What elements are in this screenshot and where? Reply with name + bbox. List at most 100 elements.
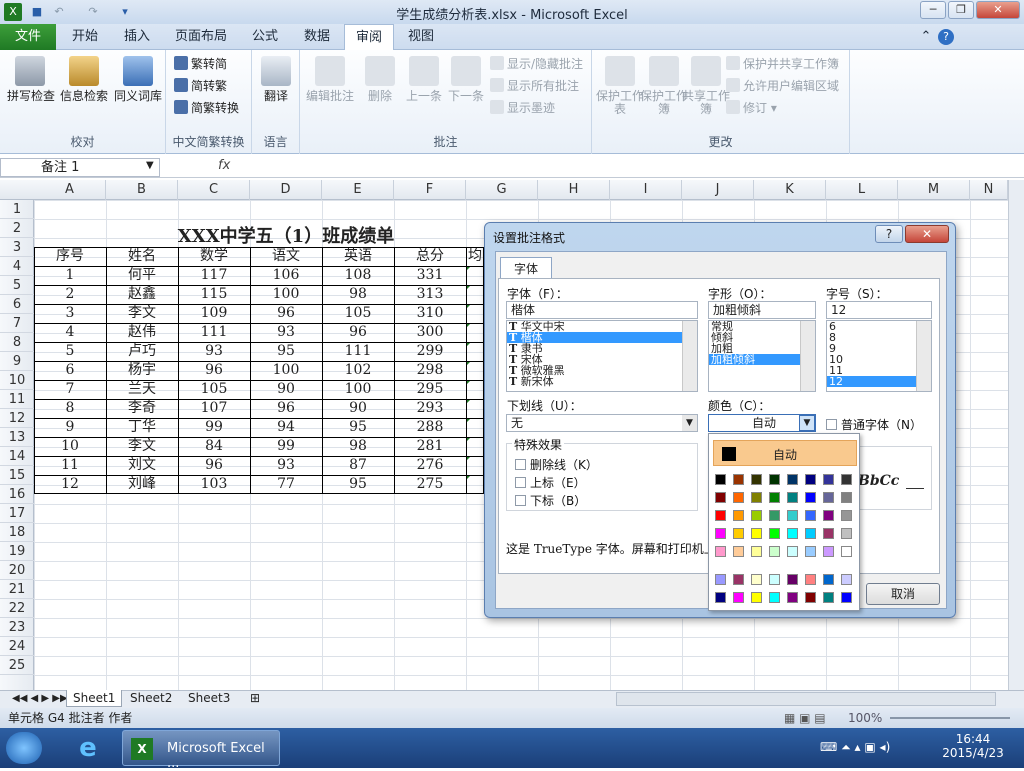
internet-explorer-icon[interactable]: e [72,734,104,762]
share-workbook-button[interactable]: 共享工作簿 [680,56,732,116]
horizontal-scrollbar[interactable] [616,692,996,706]
insert-sheet-icon[interactable]: ⊞ [244,690,266,707]
table-cell[interactable]: 7 [34,380,106,399]
color-palette[interactable]: 自动 [708,433,860,611]
table-cell[interactable]: 96 [322,323,394,342]
table-cell[interactable]: 李奇 [106,399,178,418]
start-button[interactable] [6,732,42,764]
taskbar-excel-item[interactable]: X Microsoft Excel ... [122,730,280,771]
table-cell[interactable]: 102 [322,361,394,380]
table-cell[interactable]: 288 [394,418,466,437]
zoom-level[interactable]: 100% [848,708,882,728]
ribbon-collapse-icon[interactable]: ⌃ [916,24,936,50]
table-cell[interactable]: 115 [178,285,250,304]
table-cell[interactable]: 117 [178,266,250,285]
color-swatch[interactable] [733,492,744,503]
size-list-scrollbar[interactable] [916,321,931,391]
column-header[interactable]: H [538,180,610,200]
superscript-checkbox[interactable]: 上标（E） [515,474,586,491]
column-header[interactable]: F [394,180,466,200]
table-cell[interactable]: 84 [178,437,250,456]
color-swatch[interactable] [787,474,798,485]
normal-font-check-icon[interactable] [826,419,837,430]
color-swatch[interactable] [805,546,816,557]
sheet-tab-2[interactable]: Sheet2 [124,690,178,707]
translate-button[interactable]: 翻译 [250,56,302,116]
table-cell[interactable]: 8 [34,399,106,418]
edit-comment-button[interactable]: 编辑批注 [304,56,356,116]
header-cell[interactable]: 英语 [322,247,394,266]
color-swatch[interactable] [715,574,726,585]
file-tab[interactable]: 文件 [0,24,56,50]
strikethrough-checkbox[interactable]: 删除线（K） [515,456,598,473]
header-cell[interactable]: 数学 [178,247,250,266]
color-swatch[interactable] [769,546,780,557]
table-cell[interactable]: 96 [250,304,322,323]
column-header[interactable]: J [682,180,754,200]
maximize-button[interactable]: ❐ [948,1,974,19]
header-cell[interactable]: 总分 [394,247,466,266]
table-cell[interactable]: 丁华 [106,418,178,437]
color-swatch[interactable] [805,492,816,503]
dialog-close-button[interactable]: ✕ [905,225,949,243]
table-cell[interactable]: 96 [178,456,250,475]
table-cell[interactable]: 105 [322,304,394,323]
tab-font[interactable]: 字体 [500,257,552,279]
size-input[interactable]: 12 [826,301,932,319]
table-cell[interactable]: 2 [34,285,106,304]
row-header[interactable]: 16 [0,485,34,504]
underline-dropdown-icon[interactable]: ▼ [682,415,697,431]
help-icon[interactable]: ? [938,29,954,45]
row-header[interactable]: 3 [0,238,34,257]
header-cell[interactable]: 姓名 [106,247,178,266]
color-swatch[interactable] [715,510,726,521]
table-cell[interactable]: 3 [34,304,106,323]
subscript-check-icon[interactable] [515,495,526,506]
color-swatch[interactable] [769,474,780,485]
row-header[interactable]: 20 [0,561,34,580]
font-input[interactable]: 楷体 [506,301,698,319]
table-cell[interactable]: 95 [250,342,322,361]
show-hide-comment-button[interactable]: 显示/隐藏批注 [490,54,583,74]
color-swatch[interactable] [805,474,816,485]
row-header[interactable]: 11 [0,390,34,409]
row-header[interactable]: 18 [0,523,34,542]
color-swatch[interactable] [841,528,852,539]
table-cell[interactable]: 108 [322,266,394,285]
table-cell[interactable]: 赵鑫 [106,285,178,304]
color-swatch[interactable] [733,528,744,539]
color-swatch[interactable] [841,474,852,485]
color-swatch[interactable] [769,510,780,521]
table-cell[interactable]: 100 [322,380,394,399]
color-swatch[interactable] [715,528,726,539]
color-swatch[interactable] [715,474,726,485]
sheet-nav-icons[interactable]: ◀◀ ◀ ▶ ▶▶ [6,690,74,707]
table-cell[interactable]: 98 [322,437,394,456]
show-all-comments-button[interactable]: 显示所有批注 [490,76,579,96]
trad-to-simp-button[interactable]: 繁转简 [174,54,227,74]
color-swatch[interactable] [715,592,726,603]
table-cell[interactable]: 99 [178,418,250,437]
color-swatch[interactable] [751,546,762,557]
color-dropdown-icon[interactable]: ▼ [799,415,815,431]
row-header[interactable]: 2 [0,219,34,238]
simp-to-trad-button[interactable]: 简转繁 [174,76,227,96]
color-swatch[interactable] [751,528,762,539]
color-swatch[interactable] [787,492,798,503]
table-cell[interactable]: 276 [394,456,466,475]
color-swatch[interactable] [823,528,834,539]
column-header[interactable]: N [970,180,1008,200]
table-cell[interactable]: 111 [322,342,394,361]
column-header[interactable]: C [178,180,250,200]
table-cell[interactable]: 9 [34,418,106,437]
style-list-scrollbar[interactable] [800,321,815,391]
row-header[interactable]: 6 [0,295,34,314]
subscript-checkbox[interactable]: 下标（B） [515,492,586,509]
insert-function-icon[interactable]: fx [218,158,230,173]
column-header[interactable]: E [322,180,394,200]
table-cell[interactable]: 杨宇 [106,361,178,380]
table-cell[interactable]: 275 [394,475,466,494]
row-header[interactable]: 12 [0,409,34,428]
allow-edit-ranges-button[interactable]: 允许用户编辑区域 [726,76,839,96]
dialog-help-button[interactable]: ? [875,225,903,243]
